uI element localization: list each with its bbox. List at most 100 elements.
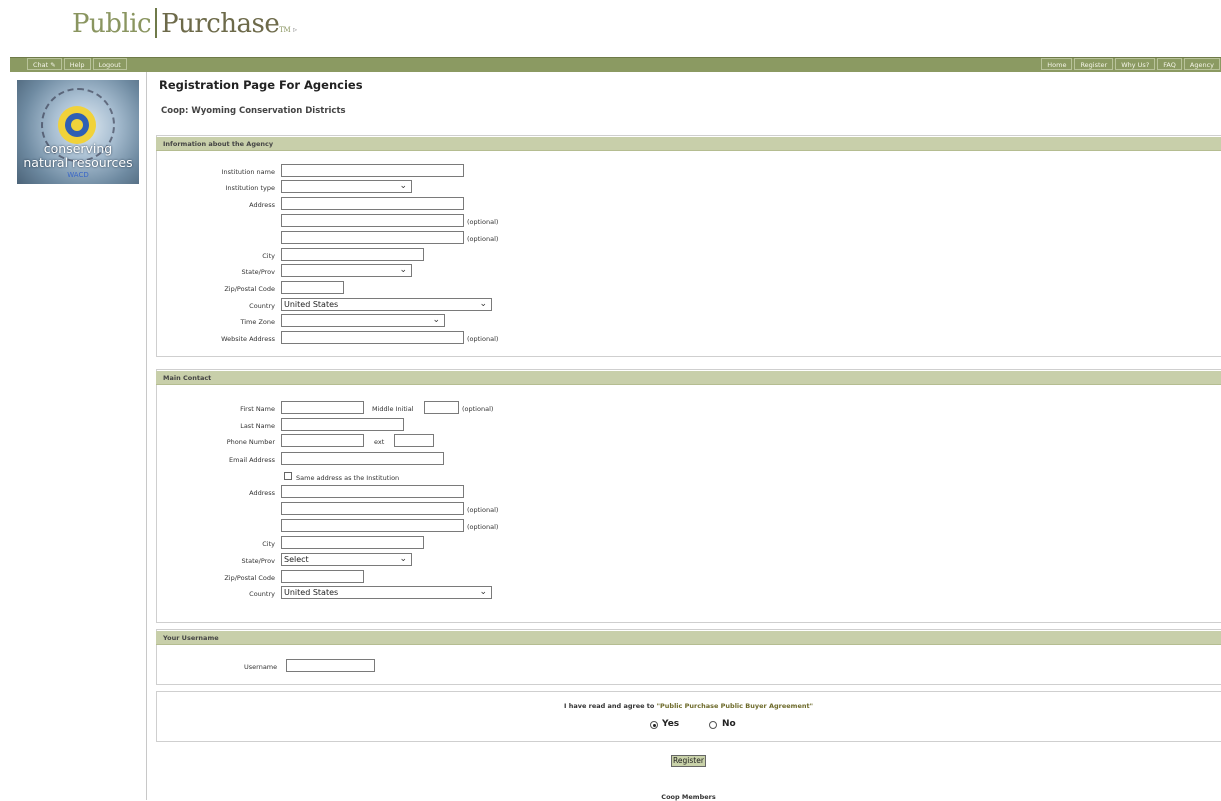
agency-section-header: Information about the Agency <box>156 137 1221 151</box>
top-nav-bar: Chat ✎ Help Logout Home Register Why Us?… <box>10 57 1221 72</box>
optional-note: (optional) <box>467 218 499 226</box>
logo-emblem-icon <box>58 106 96 144</box>
username-label: Username <box>244 663 278 671</box>
contact-zip-label: Zip/Postal Code <box>224 574 275 582</box>
chevron-down-icon: ⌄ <box>399 265 407 275</box>
agreement-prefix: I have read and agree to <box>564 702 655 710</box>
last-name-label: Last Name <box>240 422 275 430</box>
timezone-select[interactable]: ⌄ <box>281 314 445 327</box>
contact-address-label: Address <box>249 489 275 497</box>
contact-country-value: United States <box>284 588 339 597</box>
nav-left: Chat ✎ Help Logout <box>26 58 128 72</box>
buyer-agreement-link[interactable]: "Public Purchase Public Buyer Agreement" <box>657 702 813 710</box>
contact-state-select[interactable]: Select ⌄ <box>281 553 412 566</box>
contact-address-line1-input[interactable] <box>281 485 464 498</box>
why-us-link[interactable]: Why Us? <box>1115 58 1156 70</box>
middle-initial-label: Middle Initial <box>372 405 414 413</box>
country-label: Country <box>249 302 275 310</box>
chat-link[interactable]: Chat ✎ <box>27 58 62 70</box>
optional-note: (optional) <box>467 506 499 514</box>
contact-country-label: Country <box>249 590 275 598</box>
register-button[interactable]: Register <box>671 755 706 767</box>
state-select[interactable]: ⌄ <box>281 264 412 277</box>
institution-name-input[interactable] <box>281 164 464 177</box>
address-label: Address <box>249 201 275 209</box>
chevron-down-icon: ⌄ <box>479 587 487 597</box>
agree-yes-radio[interactable] <box>650 721 658 729</box>
agency-section-title: Information about the Agency <box>163 140 274 148</box>
timezone-label: Time Zone <box>240 318 275 326</box>
same-address-label: Same address as the Institution <box>296 474 400 482</box>
agreement-text: I have read and agree to "Public Purchas… <box>156 702 1221 710</box>
chevron-down-icon: ⌄ <box>399 554 407 564</box>
email-label: Email Address <box>229 456 275 464</box>
chevron-down-icon: ⌄ <box>479 299 487 309</box>
agree-no-label: No <box>722 719 736 729</box>
agency-link[interactable]: Agency <box>1183 58 1220 70</box>
contact-address-line3-input[interactable] <box>281 519 464 532</box>
help-link[interactable]: Help <box>63 58 91 70</box>
contact-country-select[interactable]: United States ⌄ <box>281 586 492 599</box>
optional-note: (optional) <box>467 235 499 243</box>
ext-label: ext <box>374 438 385 446</box>
middle-initial-input[interactable] <box>424 401 459 414</box>
email-input[interactable] <box>281 452 444 465</box>
first-name-label: First Name <box>240 405 275 413</box>
logout-link[interactable]: Logout <box>92 58 127 70</box>
institution-type-select[interactable]: ⌄ <box>281 180 412 193</box>
zip-label: Zip/Postal Code <box>224 285 275 293</box>
faq-link[interactable]: FAQ <box>1157 58 1182 70</box>
city-input[interactable] <box>281 248 424 261</box>
agency-logo-image: conserving natural resources WACD <box>17 80 139 184</box>
contact-address-line2-input[interactable] <box>281 502 464 515</box>
state-label: State/Prov <box>241 268 275 276</box>
phone-input[interactable] <box>281 434 364 447</box>
home-link[interactable]: Home <box>1041 58 1073 70</box>
country-select[interactable]: United States ⌄ <box>281 298 492 311</box>
logo-part1: Public <box>72 9 152 39</box>
agree-no-radio[interactable] <box>709 721 717 729</box>
nav-right: Home Register Why Us? FAQ Agency <box>1040 58 1221 72</box>
city-label: City <box>262 252 275 260</box>
page-title: Registration Page For Agencies <box>159 78 363 92</box>
contact-city-input[interactable] <box>281 536 424 549</box>
phone-label: Phone Number <box>226 438 275 446</box>
zip-input[interactable] <box>281 281 344 294</box>
address-line2-input[interactable] <box>281 214 464 227</box>
contact-zip-input[interactable] <box>281 570 364 583</box>
chat-icon: ✎ <box>50 61 56 69</box>
last-name-input[interactable] <box>281 418 404 431</box>
optional-note: (optional) <box>462 405 494 413</box>
website-input[interactable] <box>281 331 464 344</box>
agency-logo-line1: conserving <box>43 141 113 156</box>
chevron-down-icon: ⌄ <box>432 315 440 325</box>
ext-input[interactable] <box>394 434 434 447</box>
username-input[interactable] <box>286 659 375 672</box>
logo-part2: Purchase <box>161 9 280 39</box>
register-link[interactable]: Register <box>1074 58 1114 70</box>
agency-logo-line2: natural resources <box>23 155 133 170</box>
address-line1-input[interactable] <box>281 197 464 210</box>
agreement-section <box>156 691 1221 742</box>
institution-type-label: Institution type <box>225 184 275 192</box>
public-purchase-logo[interactable]: Public PurchaseTM ▹ <box>72 8 297 39</box>
logo-divider <box>155 8 158 38</box>
contact-section-header: Main Contact <box>156 371 1221 385</box>
contact-state-value: Select <box>284 555 309 564</box>
coop-name: Coop: Wyoming Conservation Districts <box>161 106 346 116</box>
agree-yes-label: Yes <box>662 719 680 729</box>
contact-city-label: City <box>262 540 275 548</box>
first-name-input[interactable] <box>281 401 364 414</box>
optional-note: (optional) <box>467 335 499 343</box>
username-section-title: Your Username <box>163 634 219 642</box>
contact-section-title: Main Contact <box>163 374 212 382</box>
contact-state-label: State/Prov <box>241 557 275 565</box>
same-address-checkbox[interactable] <box>284 472 292 480</box>
optional-note: (optional) <box>467 523 499 531</box>
username-section-header: Your Username <box>156 631 1221 645</box>
institution-name-label: Institution name <box>221 168 275 176</box>
address-line3-input[interactable] <box>281 231 464 244</box>
chevron-down-icon: ⌄ <box>399 181 407 191</box>
agency-logo-line3: WACD <box>67 171 89 179</box>
trademark: TM <box>279 26 291 34</box>
